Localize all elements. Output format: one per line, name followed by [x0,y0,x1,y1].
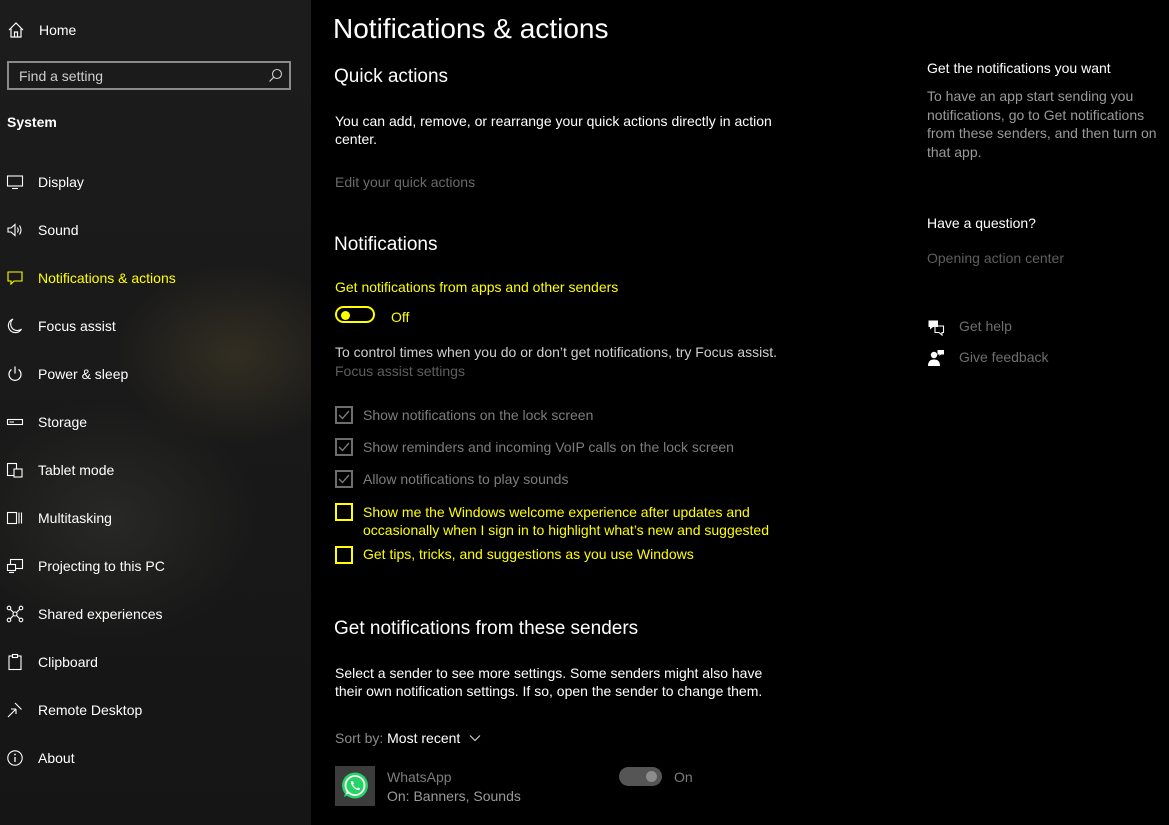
sender-toggle[interactable] [619,767,662,786]
notifications-toggle-label: Get notifications from apps and other se… [335,279,619,295]
sidebar-item-multitasking[interactable]: Multitasking [0,498,311,538]
checkmark-icon [338,442,350,452]
edit-quick-actions-link[interactable]: Edit your quick actions [335,173,475,191]
feedback-icon [928,350,944,366]
message-icon [7,271,23,286]
clipboard-icon [8,653,22,671]
sidebar-item-sound[interactable]: Sound [0,210,311,250]
sidebar-item-label: Display [38,174,84,190]
moon-icon [7,318,22,334]
help-icon [928,320,945,336]
sender-toggle-state: On [674,769,693,785]
checkbox-voip-lock-screen[interactable] [335,438,353,456]
sidebar-item-remote-desktop[interactable]: Remote Desktop [0,690,311,730]
checkbox-lock-screen[interactable] [335,406,353,424]
monitor-icon [6,175,24,190]
senders-description: Select a sender to see more settings. So… [335,665,763,699]
search-icon[interactable] [268,68,283,83]
whatsapp-logo [342,772,368,799]
give-feedback-link[interactable]: Give feedback [959,349,1049,365]
sidebar-item-label: Remote Desktop [38,702,143,718]
quick-actions-heading: Quick actions [334,66,449,87]
speaker-icon [7,223,22,237]
checkbox-label: Show notifications on the lock screen [363,407,594,423]
multitasking-icon [6,511,23,525]
checkbox-label: Show reminders and incoming VoIP calls o… [363,439,734,455]
sidebar-item-projecting[interactable]: Projecting to this PC [0,546,311,586]
question-heading: Have a question? [927,215,1036,231]
whatsapp-icon[interactable] [335,766,375,806]
sort-label: Sort by: [335,730,384,746]
sidebar-item-label: Projecting to this PC [38,558,165,574]
power-icon [8,366,22,381]
senders-heading: Get notifications from these senders [334,618,639,639]
toggle-knob [646,771,657,782]
sidebar-item-label: Sound [38,222,79,238]
search-box[interactable] [7,61,291,90]
sidebar-item-label: Clipboard [38,654,98,670]
chevron-down-icon [469,735,481,742]
sender-name: WhatsApp [387,769,452,785]
sidebar-item-power-sleep[interactable]: Power & sleep [0,354,311,394]
section-title-system: System [7,114,57,130]
get-help-link[interactable]: Get help [959,318,1012,334]
checkmark-icon [338,410,350,420]
checkbox-label: Allow notifications to play sounds [363,471,569,487]
toggle-knob [341,311,350,320]
checkbox-label: Get tips, tricks, and suggestions as you… [363,546,694,562]
sidebar-item-about[interactable]: About [0,738,311,778]
sidebar: Home System Display Sound Notifications … [0,0,311,825]
main-content: Notifications & actions Quick actions Yo… [311,0,911,825]
sidebar-item-clipboard[interactable]: Clipboard [0,642,311,682]
sidebar-item-focus-assist[interactable]: Focus assist [0,306,311,346]
notifications-heading: Notifications [334,234,438,255]
sidebar-item-label: Multitasking [38,510,112,526]
sidebar-item-label: Tablet mode [38,462,115,478]
sidebar-item-label: Shared experiences [38,606,163,622]
share-icon [6,605,24,623]
storage-icon [6,418,24,426]
sidebar-item-label: Power & sleep [38,366,129,382]
focus-assist-text: To control times when you do or don’t ge… [335,344,777,360]
sidebar-item-label: Notifications & actions [38,270,176,286]
sidebar-item-storage[interactable]: Storage [0,402,311,442]
home-icon [8,22,24,38]
checkbox-tips-suggestions[interactable] [335,546,353,564]
sort-dropdown[interactable]: Sort by: Most recent [335,730,482,746]
remote-desktop-icon [7,702,22,718]
sidebar-item-tablet-mode[interactable]: Tablet mode [0,450,311,490]
sidebar-item-label: Storage [38,414,88,430]
focus-assist-settings-link[interactable]: Focus assist settings [335,362,465,380]
checkbox-play-sounds[interactable] [335,470,353,488]
search-input[interactable] [19,67,259,85]
sidebar-item-notifications[interactable]: Notifications & actions [0,258,311,298]
tablet-icon [6,462,23,478]
info-icon [7,750,23,766]
toggle-state-label: Off [391,309,410,325]
related-description: To have an app start sending you notific… [927,88,1157,160]
checkmark-icon [338,474,350,484]
quick-actions-description: You can add, remove, or rearrange your q… [335,113,772,147]
related-heading: Get the notifications you want [927,60,1111,76]
checkbox-welcome-experience[interactable] [335,503,353,521]
related-panel: Get the notifications you want To have a… [911,0,1169,825]
checkbox-label: Show me the Windows welcome experience a… [363,504,769,538]
sidebar-item-shared-experiences[interactable]: Shared experiences [0,594,311,634]
sidebar-item-label: Focus assist [38,318,116,334]
notifications-toggle[interactable] [335,306,375,323]
sort-value: Most recent [387,730,461,746]
opening-action-center-link[interactable]: Opening action center [927,250,1064,266]
projector-icon [6,558,24,574]
sidebar-item-label: About [38,750,75,766]
sidebar-item-display[interactable]: Display [0,162,311,202]
sender-detail: On: Banners, Sounds [387,788,521,804]
page-title: Notifications & actions [333,13,609,44]
home-label: Home [39,22,77,38]
